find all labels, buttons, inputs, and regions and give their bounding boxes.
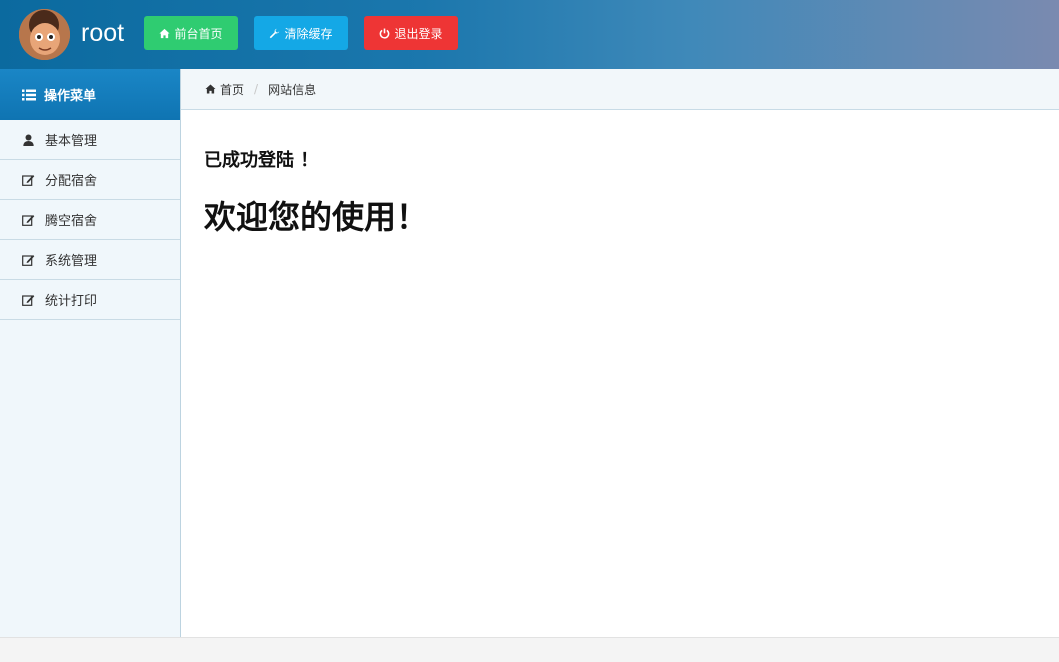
sidebar-item-vacate-dorm[interactable]: 腾空宿舍 bbox=[0, 200, 180, 240]
user-icon bbox=[23, 134, 34, 146]
breadcrumb: 首页 / 网站信息 bbox=[181, 69, 1059, 110]
breadcrumb-current: 网站信息 bbox=[268, 82, 317, 97]
power-icon bbox=[380, 28, 390, 39]
sidebar-item-statistics-print[interactable]: 统计打印 bbox=[0, 280, 180, 320]
clear-cache-label: 清除缓存 bbox=[284, 26, 333, 41]
sidebar-item-label: 腾空宿舍 bbox=[45, 214, 98, 229]
edit-icon bbox=[22, 254, 35, 266]
welcome-heading: 欢迎您的使用！ bbox=[204, 198, 429, 236]
edit-icon bbox=[22, 174, 35, 186]
sidebar-item-system-management[interactable]: 系统管理 bbox=[0, 240, 180, 280]
sidebar-item-label: 分配宿舍 bbox=[45, 174, 98, 189]
sidebar-item-label: 系统管理 bbox=[45, 254, 98, 269]
wrench-icon bbox=[270, 28, 280, 38]
edit-icon bbox=[22, 294, 35, 306]
sidebar-item-label: 基本管理 bbox=[45, 134, 98, 149]
page-footer bbox=[0, 637, 1059, 662]
edit-icon bbox=[22, 214, 35, 226]
home-icon bbox=[205, 84, 216, 94]
logout-label: 退出登录 bbox=[394, 26, 443, 41]
frontend-home-button[interactable]: 前台首页 bbox=[144, 16, 238, 50]
login-success-message: 已成功登陆 ！ bbox=[204, 150, 319, 171]
logout-button[interactable]: 退出登录 bbox=[364, 16, 458, 50]
sidebar-title: 操作菜单 bbox=[44, 89, 97, 104]
top-header: root 前台首页 清除缓存 退出登录 bbox=[0, 0, 1059, 69]
sidebar-item-label: 统计打印 bbox=[45, 294, 98, 309]
username-label: root bbox=[81, 19, 125, 47]
sidebar-header: 操作菜单 bbox=[0, 69, 180, 120]
breadcrumb-home-link[interactable]: 首页 bbox=[220, 81, 244, 98]
clear-cache-button[interactable]: 清除缓存 bbox=[254, 16, 348, 50]
sidebar-item-assign-dorm[interactable]: 分配宿舍 bbox=[0, 160, 180, 200]
list-icon bbox=[22, 89, 36, 100]
main-content: 已成功登陆 ！ 欢迎您的使用！ bbox=[181, 110, 1059, 637]
sidebar: 操作菜单 基本管理 分配宿舍 腾空宿舍 系统管理 统计打印 bbox=[0, 69, 181, 637]
frontend-home-label: 前台首页 bbox=[174, 26, 223, 41]
sidebar-item-basic-management[interactable]: 基本管理 bbox=[0, 120, 180, 160]
breadcrumb-separator: / bbox=[254, 82, 259, 96]
user-avatar[interactable] bbox=[19, 9, 70, 60]
home-icon bbox=[159, 28, 171, 38]
